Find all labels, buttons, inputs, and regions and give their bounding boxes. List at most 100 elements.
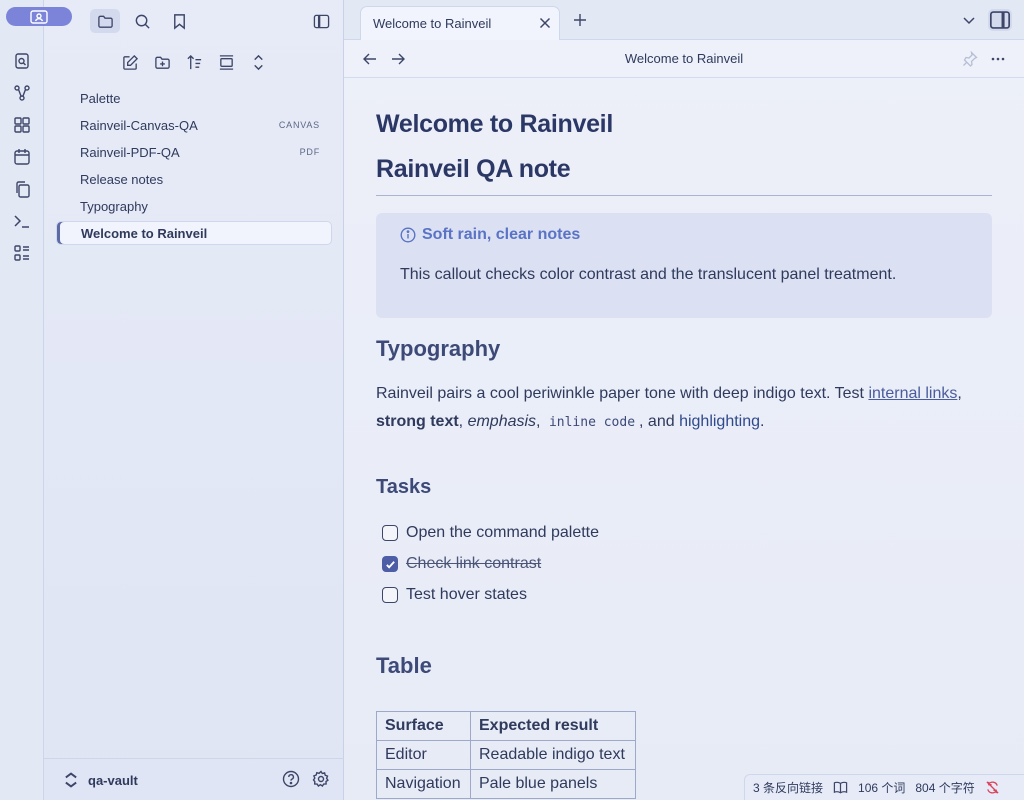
vault-switcher[interactable]: qa-vault bbox=[62, 771, 138, 789]
markdown-table[interactable]: Surface Expected result Editor Readable … bbox=[376, 711, 636, 799]
templates-icon[interactable] bbox=[13, 180, 31, 198]
table-cell[interactable]: Readable indigo text bbox=[470, 740, 636, 770]
close-tab-button[interactable] bbox=[537, 15, 553, 31]
check-icon bbox=[385, 560, 395, 569]
highlight-text: highlighting bbox=[679, 413, 761, 430]
gear-icon bbox=[312, 770, 329, 787]
ribbon bbox=[0, 0, 44, 800]
new-tab-button[interactable] bbox=[572, 12, 588, 28]
switcher-icon[interactable] bbox=[13, 52, 31, 70]
reveal-icon bbox=[219, 54, 233, 70]
file-item-welcome-to-rainveil[interactable]: Welcome to Rainveil bbox=[56, 221, 332, 245]
typography-paragraph: Rainveil pairs a cool periwinkle paper t… bbox=[376, 380, 992, 437]
collapse-sidebar-button[interactable] bbox=[306, 9, 336, 33]
callout-title: Soft rain, clear notes bbox=[400, 226, 580, 244]
text-segment: . bbox=[760, 413, 765, 430]
daily-note-icon[interactable] bbox=[13, 148, 31, 166]
search-tab[interactable] bbox=[127, 9, 157, 33]
task-label: Test hover states bbox=[406, 586, 527, 603]
more-options-button[interactable] bbox=[990, 51, 1006, 67]
graph-view-icon[interactable] bbox=[13, 84, 31, 102]
word-count: 106 个词 bbox=[858, 781, 906, 795]
file-item-palette[interactable]: Palette bbox=[56, 86, 332, 110]
task-item[interactable]: Check link contrast bbox=[382, 553, 541, 575]
text-segment: , bbox=[957, 385, 962, 402]
new-note-button[interactable] bbox=[120, 52, 140, 72]
file-name: Rainveil-PDF-QA bbox=[80, 144, 180, 160]
heading-table: Table bbox=[376, 653, 432, 678]
tab-bar: Welcome to Rainveil bbox=[344, 0, 1024, 40]
heading-tasks: Tasks bbox=[376, 476, 432, 498]
vault-footer: qa-vault bbox=[44, 758, 344, 800]
file-item-rainveil-pdf-qa[interactable]: Rainveil-PDF-QA PDF bbox=[56, 140, 332, 164]
auto-reveal-button[interactable] bbox=[216, 52, 236, 72]
tab-welcome-to-rainveil[interactable]: Welcome to Rainveil bbox=[360, 6, 560, 40]
close-icon bbox=[539, 17, 551, 29]
reading-mode-button[interactable] bbox=[833, 780, 848, 795]
file-explorer-sidebar: Palette Rainveil-Canvas-QA CANVAS Rainve… bbox=[44, 0, 344, 800]
heading-divider bbox=[376, 195, 992, 196]
text-segment: Rainveil pairs a cool periwinkle paper t… bbox=[376, 385, 869, 402]
canvas-icon[interactable] bbox=[13, 116, 31, 134]
heading-1: Rainveil QA note bbox=[376, 155, 571, 183]
backlinks-count[interactable]: 3 条反向链接 bbox=[753, 779, 823, 796]
file-item-rainveil-canvas-qa[interactable]: Rainveil-Canvas-QA CANVAS bbox=[56, 113, 332, 137]
table-header-cell[interactable]: Surface bbox=[376, 711, 471, 741]
file-name: Welcome to Rainveil bbox=[81, 225, 208, 241]
bookmarks-tab[interactable] bbox=[164, 9, 194, 33]
new-folder-icon bbox=[154, 56, 170, 69]
task-label: Open the command palette bbox=[406, 524, 600, 541]
file-item-typography[interactable]: Typography bbox=[56, 194, 332, 218]
new-note-icon bbox=[122, 54, 138, 70]
vault-profile-icon bbox=[30, 9, 48, 24]
task-item[interactable]: Test hover states bbox=[382, 584, 527, 606]
table-header-cell[interactable]: Expected result bbox=[470, 711, 636, 741]
note-content[interactable]: Welcome to Rainveil Rainveil QA note Sof… bbox=[376, 78, 992, 800]
view-header: Welcome to Rainveil bbox=[344, 40, 1024, 78]
task-checkbox[interactable] bbox=[382, 587, 398, 603]
text-segment: , bbox=[536, 413, 545, 430]
sort-button[interactable] bbox=[184, 52, 204, 72]
files-tab[interactable] bbox=[90, 9, 120, 33]
table-cell[interactable]: Pale blue panels bbox=[470, 769, 636, 799]
outline-list-icon[interactable] bbox=[13, 244, 31, 262]
help-button[interactable] bbox=[282, 770, 300, 788]
table-cell[interactable]: Editor bbox=[376, 740, 471, 770]
vault-profile-button[interactable] bbox=[6, 7, 72, 26]
table-row: Navigation Pale blue panels bbox=[376, 769, 636, 799]
callout: Soft rain, clear notes This callout chec… bbox=[376, 213, 992, 318]
file-item-release-notes[interactable]: Release notes bbox=[56, 167, 332, 191]
info-icon bbox=[400, 227, 416, 243]
bookmark-icon bbox=[173, 13, 185, 30]
file-name: Typography bbox=[80, 198, 148, 214]
view-title[interactable]: Welcome to Rainveil bbox=[344, 51, 1024, 66]
strong-text: strong text bbox=[376, 413, 459, 430]
task-item[interactable]: Open the command palette bbox=[382, 522, 599, 544]
internal-link[interactable]: internal links bbox=[868, 385, 957, 402]
callout-title-text: Soft rain, clear notes bbox=[422, 226, 581, 243]
tab-list-button[interactable] bbox=[962, 13, 976, 27]
plus-icon bbox=[574, 14, 586, 26]
sidebar-tab-header bbox=[44, 0, 344, 40]
sync-status[interactable] bbox=[985, 780, 1000, 795]
editor-pane: Welcome to Rainveil Welcome to Rainveil bbox=[344, 0, 1024, 800]
book-open-icon bbox=[833, 781, 848, 794]
pin-button[interactable] bbox=[962, 50, 978, 67]
inline-title[interactable]: Welcome to Rainveil bbox=[376, 110, 613, 139]
table-cell[interactable]: Navigation bbox=[376, 769, 471, 799]
collapse-all-button[interactable] bbox=[248, 52, 268, 72]
new-folder-button[interactable] bbox=[152, 52, 172, 72]
terminal-icon[interactable] bbox=[13, 212, 31, 230]
task-checkbox[interactable] bbox=[382, 556, 398, 572]
callout-body: This callout checks color contrast and t… bbox=[400, 266, 897, 283]
sync-error-icon bbox=[986, 781, 999, 794]
expand-collapse-icon bbox=[253, 54, 263, 70]
file-name: Release notes bbox=[80, 171, 164, 187]
pin-icon bbox=[963, 50, 978, 67]
toggle-right-sidebar-button[interactable] bbox=[988, 9, 1012, 31]
text-segment: , bbox=[458, 413, 468, 430]
text-segment: , and bbox=[639, 413, 680, 430]
table-row: Editor Readable indigo text bbox=[376, 740, 636, 770]
task-checkbox[interactable] bbox=[382, 525, 398, 541]
settings-button[interactable] bbox=[312, 770, 330, 788]
